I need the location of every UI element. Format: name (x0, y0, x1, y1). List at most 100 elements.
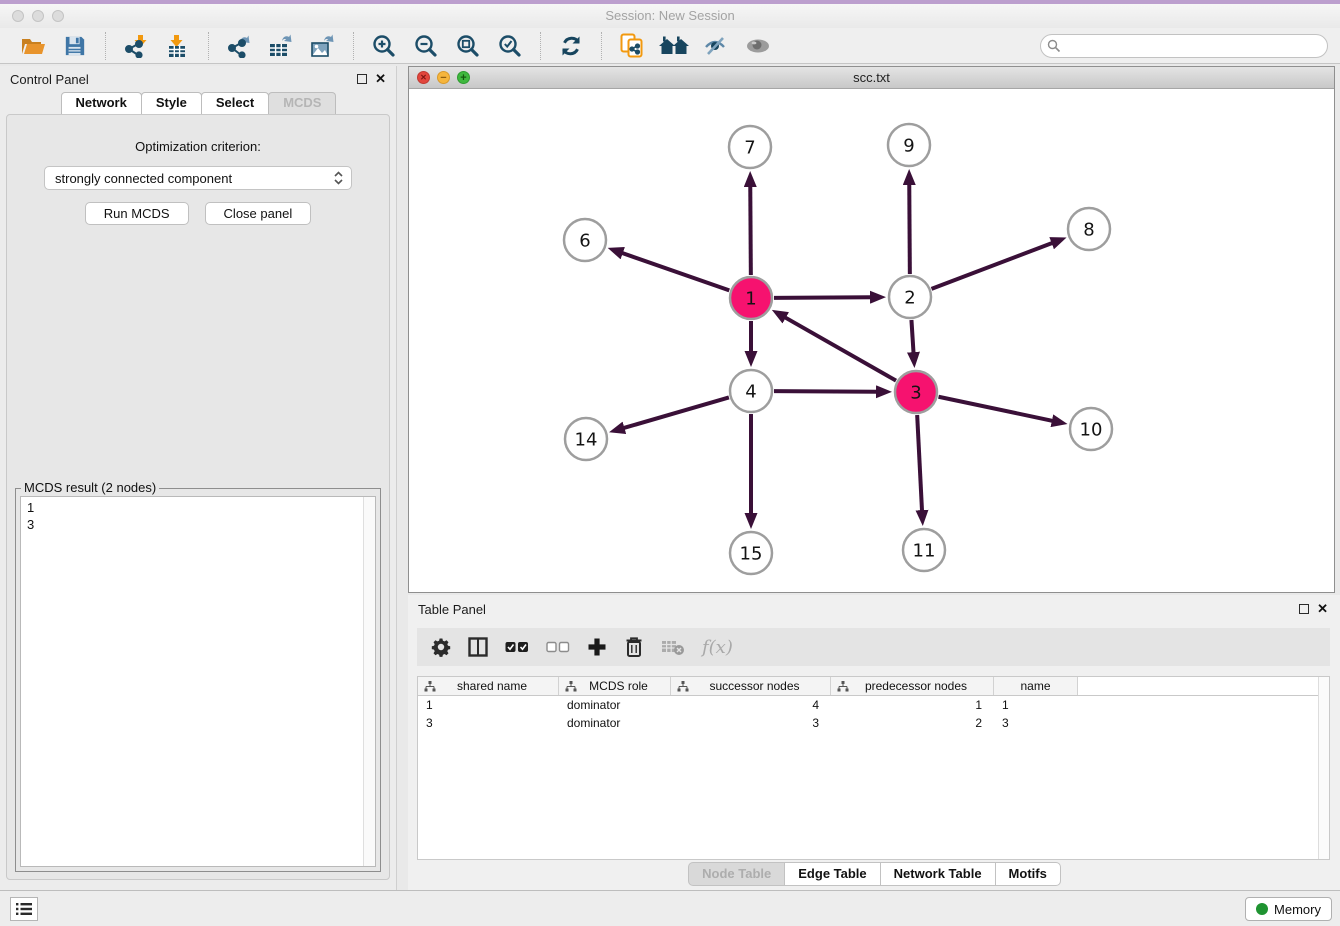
column-header-predecessor-nodes[interactable]: predecessor nodes (831, 677, 994, 695)
graph-edge-3-1[interactable] (785, 317, 896, 380)
mcds-result-list[interactable]: 1 3 (20, 496, 376, 867)
attribute-icon (565, 681, 577, 692)
export-table-button[interactable] (265, 31, 297, 61)
graph-node-label-11: 11 (913, 540, 936, 561)
criterion-select[interactable]: strongly connected component (44, 166, 352, 190)
search-input[interactable] (1040, 34, 1328, 58)
float-panel-icon[interactable] (1299, 604, 1309, 614)
network-view-window: scc.txt 7968124314101511 (408, 66, 1335, 593)
window-controls[interactable] (12, 10, 64, 22)
reset-network-view-button[interactable] (658, 31, 690, 61)
select-all-button[interactable] (505, 632, 529, 662)
close-panel-button[interactable]: Close panel (205, 202, 312, 225)
run-mcds-button[interactable]: Run MCDS (85, 202, 189, 225)
table-row[interactable]: 3 dominator 3 2 3 (418, 716, 1329, 732)
control-panel-tabs: Network Style Select MCDS (0, 92, 396, 114)
export-image-button[interactable] (307, 31, 339, 61)
open-session-button[interactable] (17, 31, 49, 61)
toolbar-separator (601, 32, 602, 60)
tab-network-table[interactable]: Network Table (880, 862, 996, 886)
column-header-name[interactable]: name (994, 677, 1078, 695)
split-columns-icon (468, 637, 488, 657)
graph-edge-4-3[interactable] (774, 391, 877, 392)
graph-node-label-4: 4 (745, 381, 756, 402)
graph-edge-4-14[interactable] (623, 397, 728, 428)
graph-edge-1-6[interactable] (622, 253, 729, 291)
tab-motifs[interactable]: Motifs (995, 862, 1061, 886)
show-task-history-button[interactable] (10, 897, 38, 921)
graph-node-label-1: 1 (745, 288, 756, 309)
hide-graphics-details-button[interactable] (700, 31, 732, 61)
tab-style[interactable]: Style (141, 92, 202, 114)
criterion-selected-value: strongly connected component (55, 171, 334, 186)
delete-column-button[interactable] (624, 632, 644, 662)
tab-node-table[interactable]: Node Table (688, 862, 785, 886)
main-toolbar (0, 28, 1340, 64)
window-titlebar: Session: New Session (0, 4, 1340, 28)
deselect-all-button[interactable] (546, 632, 570, 662)
home-icon (658, 35, 690, 57)
tab-mcds[interactable]: MCDS (268, 92, 336, 114)
import-network-button[interactable] (120, 31, 152, 61)
attribute-icon (677, 681, 689, 692)
graph-edge-2-3[interactable] (911, 320, 913, 353)
network-window-titlebar[interactable]: scc.txt (409, 67, 1334, 89)
mcds-result-title: MCDS result (2 nodes) (21, 480, 159, 495)
zoom-out-button[interactable] (410, 31, 442, 61)
toolbar-separator (105, 32, 106, 60)
graph-edge-3-10[interactable] (939, 397, 1053, 421)
fx-icon: f(x) (702, 637, 733, 658)
float-panel-icon[interactable] (357, 74, 367, 84)
minimize-view-button[interactable] (437, 71, 450, 84)
new-network-from-selection-button[interactable] (616, 31, 648, 61)
close-window-button[interactable] (12, 10, 24, 22)
apply-layout-button[interactable] (555, 31, 587, 61)
close-panel-icon[interactable]: ✕ (1317, 604, 1328, 614)
node-table[interactable]: shared name MCDS role (417, 676, 1330, 860)
minimize-window-button[interactable] (32, 10, 44, 22)
zoom-fit-button[interactable] (452, 31, 484, 61)
table-row[interactable]: 1 dominator 4 1 1 (418, 698, 1329, 714)
show-graphics-details-button[interactable] (742, 31, 774, 61)
cell-mcds-role: dominator (559, 716, 671, 732)
table-tabs: Node Table Edge Table Network Table Moti… (408, 862, 1340, 886)
split-table-view-button[interactable] (468, 632, 488, 662)
graph-node-label-3: 3 (910, 382, 921, 403)
tab-edge-table[interactable]: Edge Table (784, 862, 880, 886)
memory-button[interactable]: Memory (1245, 897, 1332, 921)
export-table-icon (268, 34, 294, 58)
network-graph[interactable]: 7968124314101511 (409, 89, 1334, 593)
close-view-button[interactable] (417, 71, 430, 84)
tab-network[interactable]: Network (61, 92, 142, 114)
column-header-successor-nodes[interactable]: successor nodes (671, 677, 831, 695)
toolbar-separator (540, 32, 541, 60)
graph-edge-2-9[interactable] (909, 184, 910, 274)
zoom-in-button[interactable] (368, 31, 400, 61)
checked-boxes-icon (505, 641, 529, 653)
export-network-button[interactable] (223, 31, 255, 61)
close-panel-icon[interactable]: ✕ (375, 74, 386, 84)
import-table-button[interactable] (162, 31, 194, 61)
import-table-icon (166, 34, 190, 58)
table-settings-button[interactable] (431, 632, 451, 662)
save-session-button[interactable] (59, 31, 91, 61)
zoom-selected-button[interactable] (494, 31, 526, 61)
maximize-view-button[interactable] (457, 71, 470, 84)
tab-select[interactable]: Select (201, 92, 269, 114)
export-image-icon (310, 34, 336, 58)
graph-edge-3-11[interactable] (917, 415, 922, 511)
network-canvas[interactable]: 7968124314101511 (409, 89, 1334, 592)
table-scrollbar[interactable] (1318, 677, 1329, 859)
graph-edge-1-7[interactable] (750, 186, 751, 275)
column-header-mcds-role[interactable]: MCDS role (559, 677, 671, 695)
table-toolbar: f(x) (417, 628, 1330, 666)
control-panel: Control Panel ✕ Network Style Select MCD… (0, 66, 397, 890)
add-column-button[interactable] (587, 632, 607, 662)
trash-icon (624, 636, 644, 658)
graph-edge-2-8[interactable] (932, 243, 1053, 289)
zoom-fit-icon (456, 34, 480, 58)
result-scrollbar[interactable] (363, 497, 375, 866)
zoom-window-button[interactable] (52, 10, 64, 22)
graph-edge-1-2[interactable] (774, 297, 871, 298)
column-header-shared-name[interactable]: shared name (418, 677, 559, 695)
